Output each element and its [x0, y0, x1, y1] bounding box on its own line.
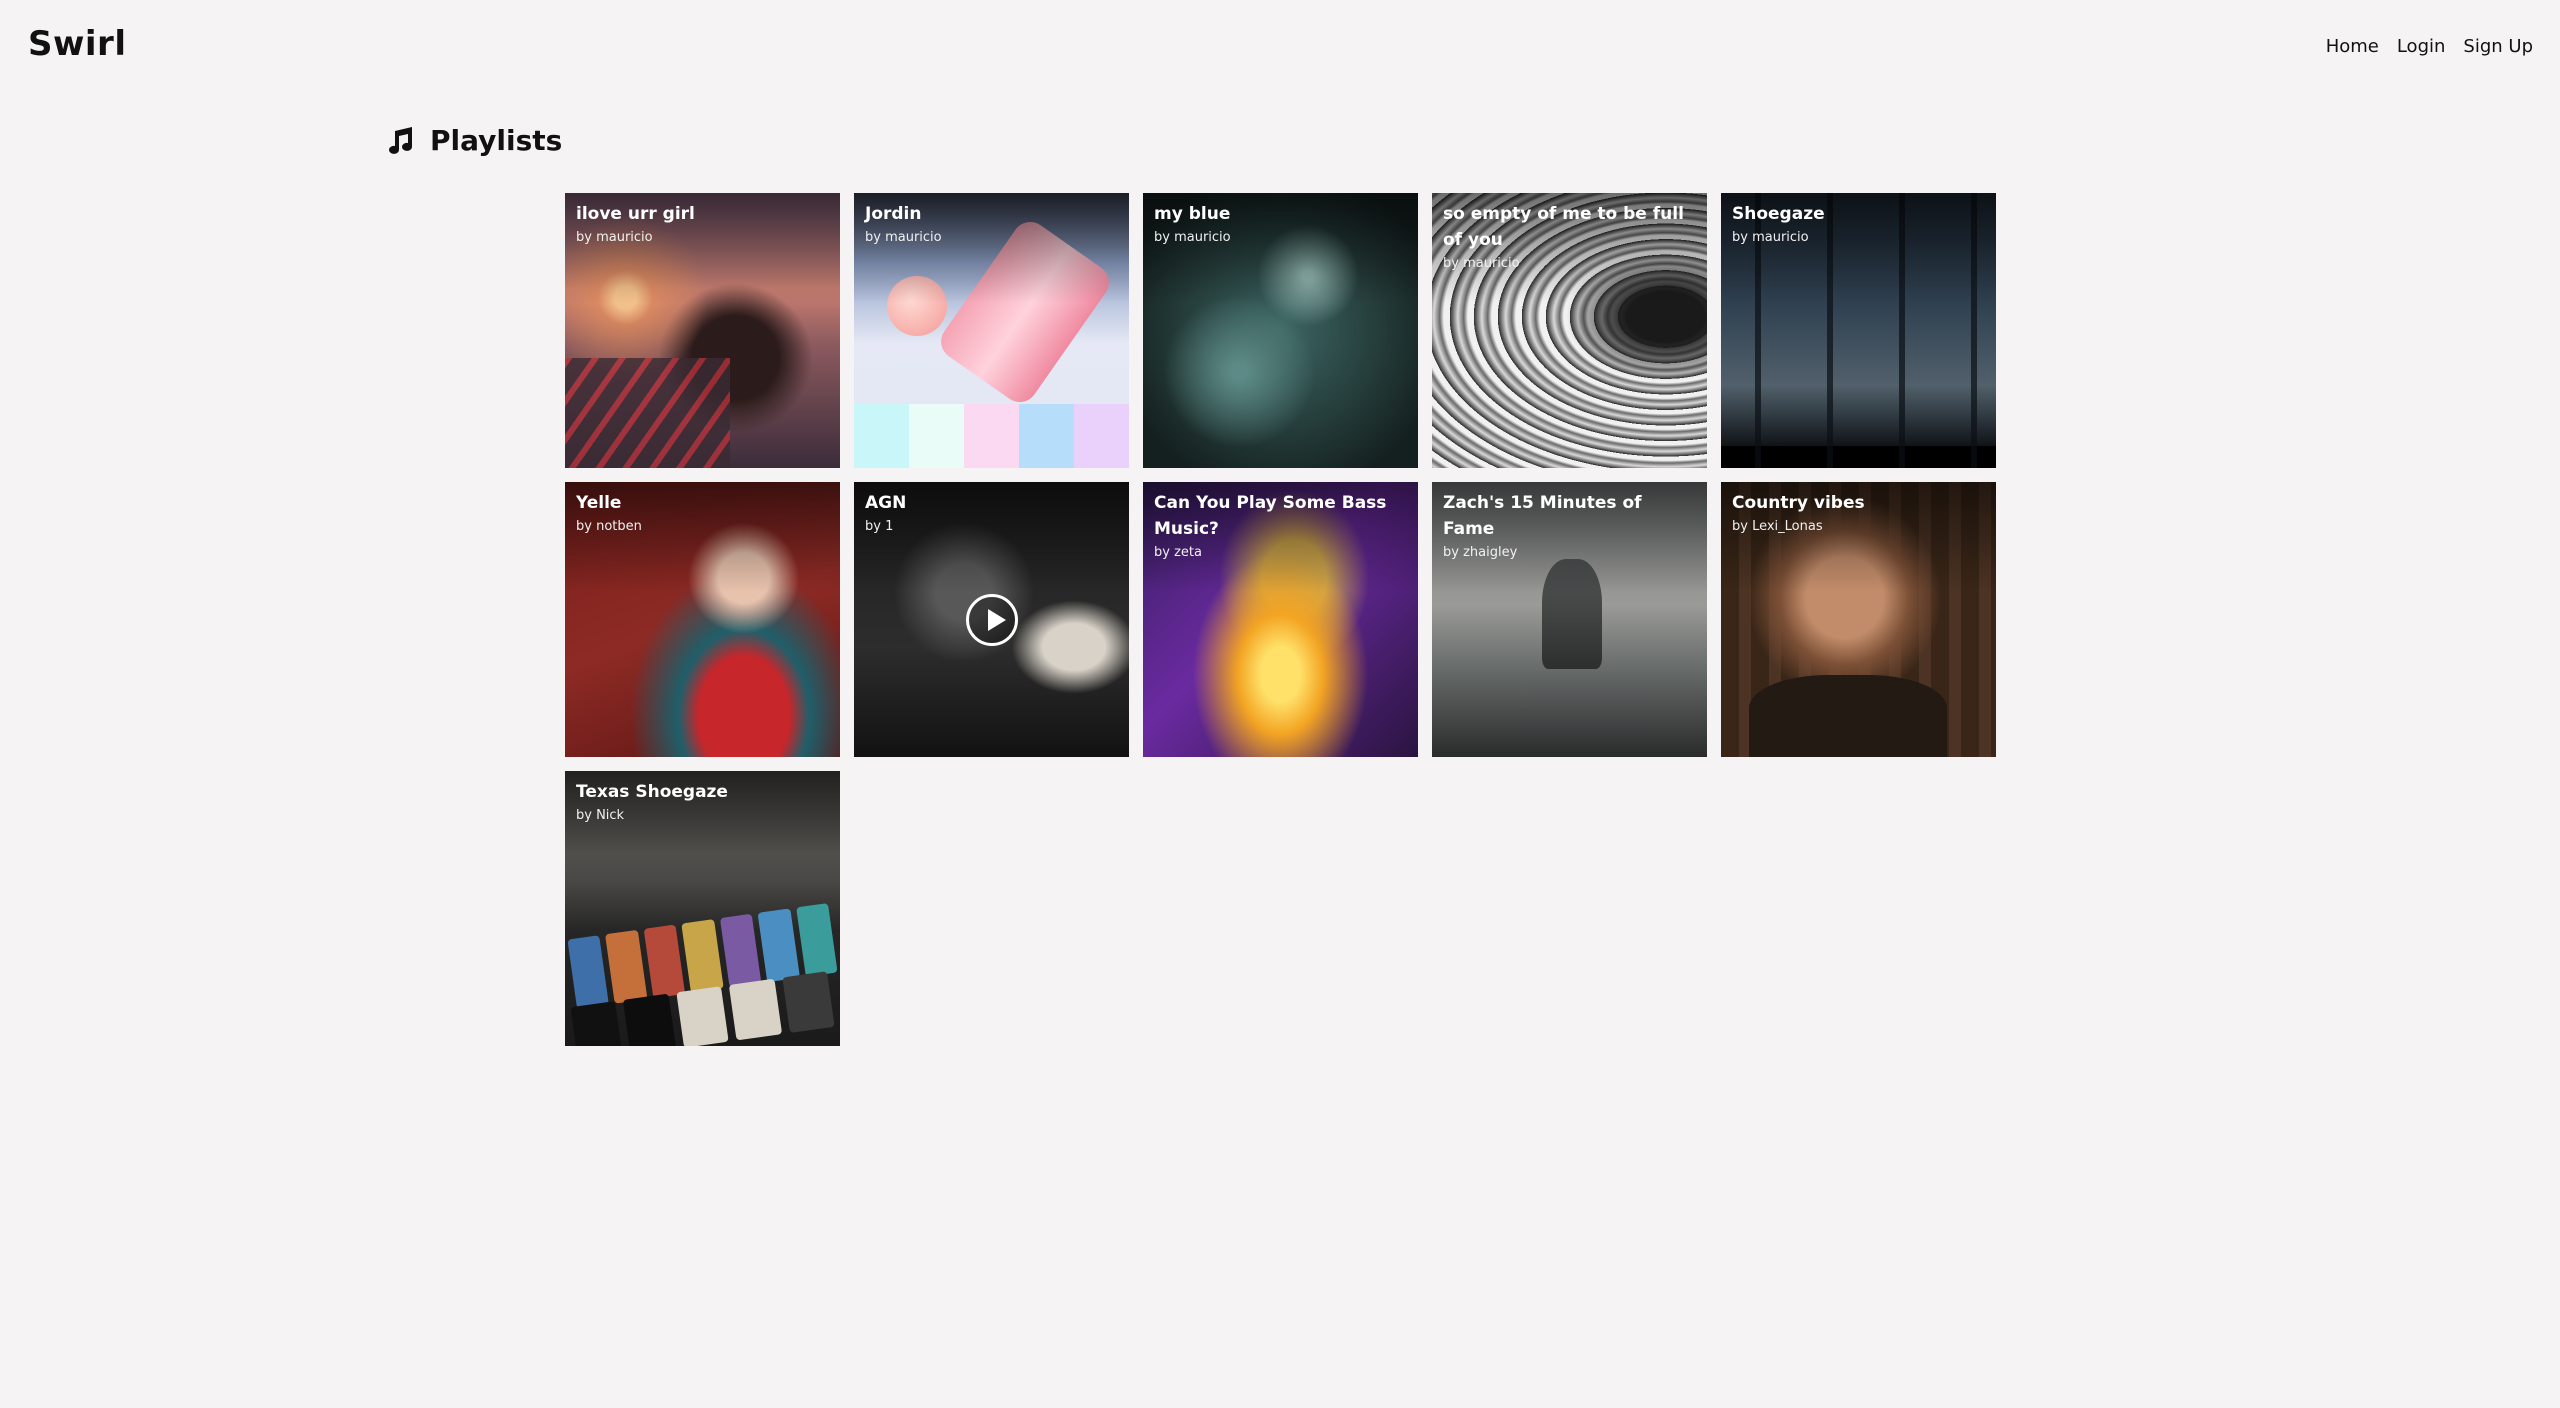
playlist-card[interactable]: Jordin by mauricio: [854, 193, 1129, 468]
playlist-card[interactable]: ilove urr girl by mauricio: [565, 193, 840, 468]
playlist-card[interactable]: Can You Play Some Bass Music? by zeta: [1143, 482, 1418, 757]
playlist-author: by Lexi_Lonas: [1732, 519, 1823, 534]
playlist-title: Jordin by mauricio: [865, 201, 1115, 249]
nav-signup-link[interactable]: Sign Up: [2463, 36, 2533, 57]
playlist-card[interactable]: Shoegaze by mauricio: [1721, 193, 1996, 468]
playlist-author: by 1: [865, 519, 894, 534]
top-nav: Home Login Sign Up: [2326, 36, 2533, 57]
playlist-title: Zach's 15 Minutes of Fame by zhaigley: [1443, 490, 1693, 564]
playlist-author: by mauricio: [576, 230, 653, 245]
playlist-author: by mauricio: [1443, 256, 1520, 271]
playlist-author: by zeta: [1154, 545, 1202, 560]
playlist-title: so empty of me to be full of you by mauri…: [1443, 201, 1693, 275]
playlist-author: by notben: [576, 519, 642, 534]
playlist-author: by Nick: [576, 808, 625, 823]
playlist-title: Texas Shoegaze by Nick: [576, 779, 826, 827]
playlist-card[interactable]: Texas Shoegaze by Nick: [565, 771, 840, 1046]
playlist-title: AGN by 1: [865, 490, 1115, 538]
playlist-card[interactable]: so empty of me to be full of you by mauri…: [1432, 193, 1707, 468]
playlist-grid: ilove urr girl by mauricio Jordin by mauri…: [565, 193, 1996, 1046]
playlist-title: my blue by mauricio: [1154, 201, 1404, 249]
section-heading: Playlists: [384, 124, 562, 157]
playlist-author: by zhaigley: [1443, 545, 1518, 560]
playlist-card[interactable]: Country vibes by Lexi_Lonas: [1721, 482, 1996, 757]
playlist-author: by mauricio: [1154, 230, 1231, 245]
page-title: Playlists: [430, 124, 563, 157]
playlist-title: Shoegaze by mauricio: [1732, 201, 1982, 249]
music-note-icon: [384, 125, 416, 157]
playlist-card[interactable]: Zach's 15 Minutes of Fame by zhaigley: [1432, 482, 1707, 757]
brand-logo[interactable]: Swirl: [28, 24, 126, 64]
playlist-title: Can You Play Some Bass Music? by zeta: [1154, 490, 1404, 564]
playlist-author: by mauricio: [1732, 230, 1809, 245]
nav-home-link[interactable]: Home: [2326, 36, 2379, 57]
playlist-card[interactable]: my blue by mauricio: [1143, 193, 1418, 468]
playlist-title: ilove urr girl by mauricio: [576, 201, 826, 249]
playlist-title: Yelle by notben: [576, 490, 826, 538]
playlist-card[interactable]: AGN by 1: [854, 482, 1129, 757]
playlist-card[interactable]: Yelle by notben: [565, 482, 840, 757]
nav-login-link[interactable]: Login: [2397, 36, 2446, 57]
play-icon[interactable]: [965, 593, 1018, 646]
playlist-title: Country vibes by Lexi_Lonas: [1732, 490, 1982, 538]
playlist-author: by mauricio: [865, 230, 942, 245]
